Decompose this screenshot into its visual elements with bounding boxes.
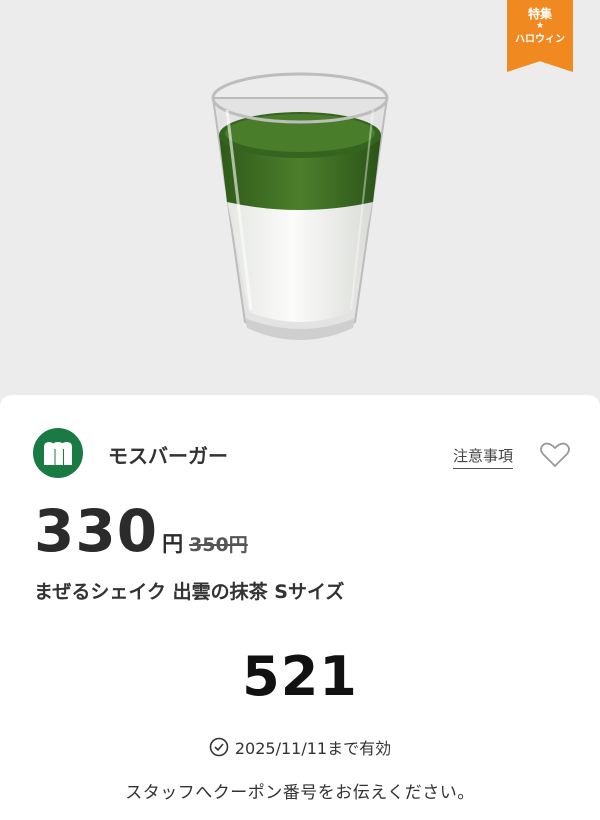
feature-badge: 特集 ★ ハロウィン [507, 0, 573, 72]
coupon-code: 521 [242, 645, 358, 708]
validity-row: 2025/11/11まで有効 [0, 735, 600, 759]
product-name: まぜるシェイク 出雲の抹茶 Sサイズ [34, 581, 345, 603]
price-current: 330 [34, 497, 159, 565]
product-image [211, 72, 389, 340]
notes-link[interactable]: 注意事項 [453, 445, 514, 469]
star-icon: ★ [535, 21, 545, 31]
hero-image-area: 特集 ★ ハロウィン [0, 0, 600, 395]
heart-outline-icon[interactable] [540, 442, 570, 468]
price-original: 350円 [189, 534, 248, 556]
validity-text: 2025/11/11まで有効 [234, 739, 392, 758]
coupon-card: モスバーガー 注意事項 330 円 350円 まぜるシェイク 出雲の抹茶 Sサイ… [0, 395, 600, 820]
instruction-text: スタッフへクーポン番号をお伝えください。 [125, 783, 475, 803]
clock-check-icon [209, 737, 229, 757]
brand-name: モスバーガー [108, 444, 228, 468]
price-unit: 円 [162, 532, 184, 556]
price-row: 330 円 350円 [34, 497, 248, 567]
mos-burger-logo-icon [33, 428, 83, 478]
badge-halloween-label: ハロウィン [515, 34, 565, 45]
badge-feature-label: 特集 [527, 7, 552, 21]
